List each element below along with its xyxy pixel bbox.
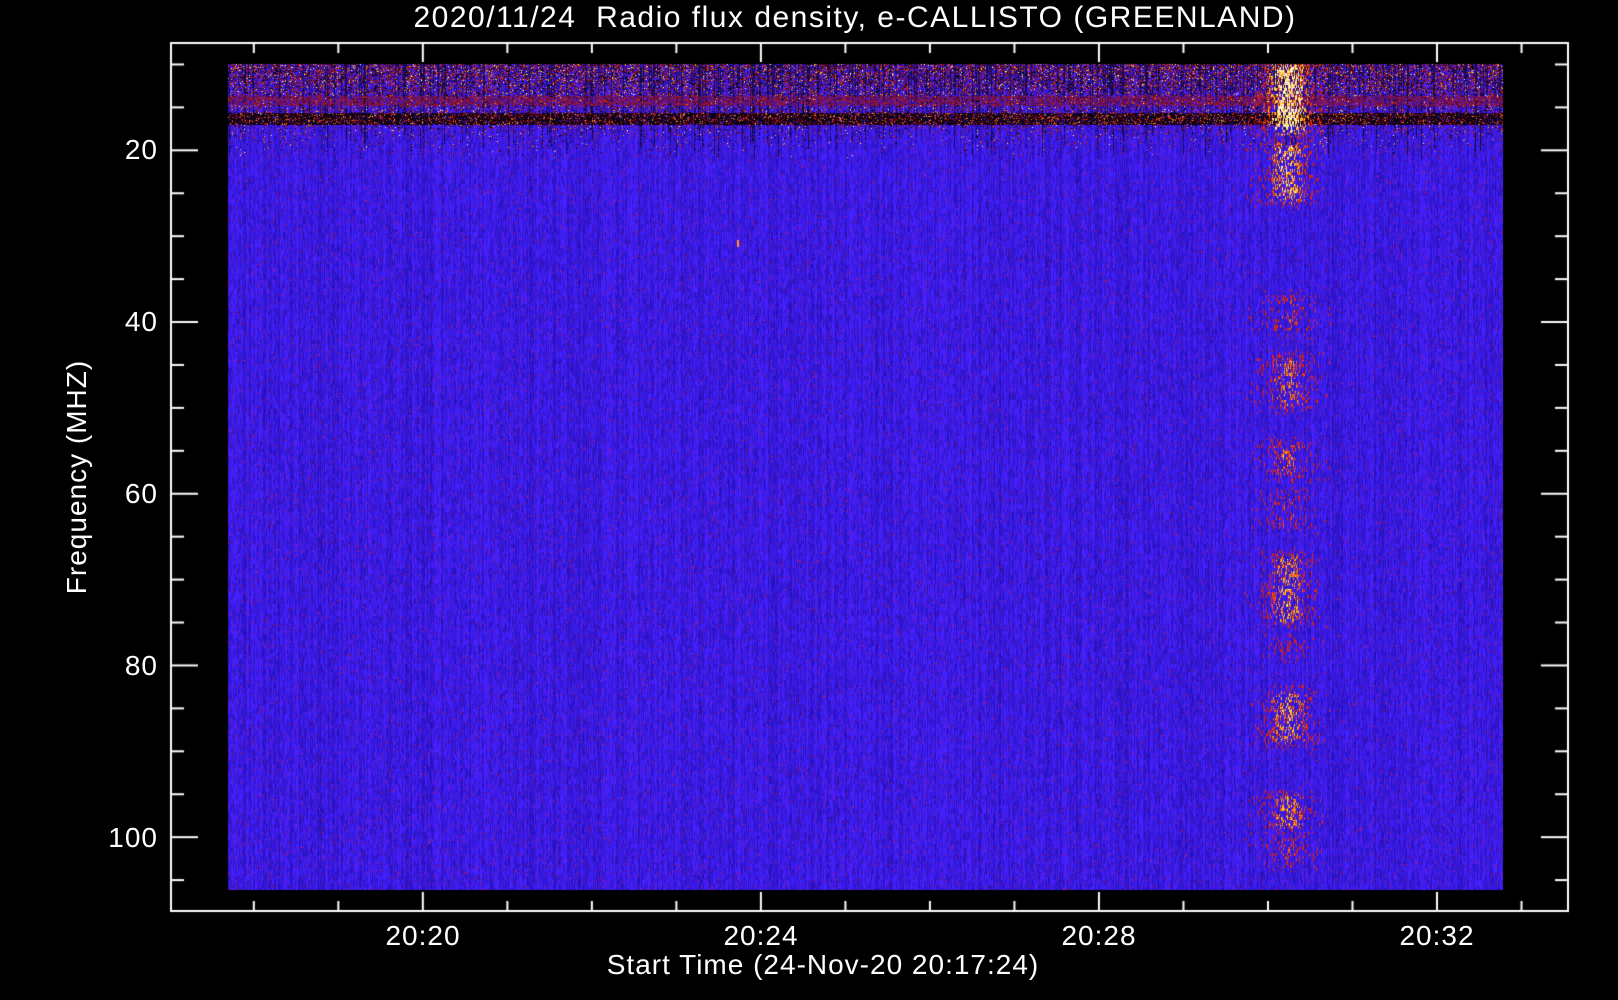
x-tick-label-2024: 20:24	[723, 920, 799, 951]
x-tick-label-2032: 20:32	[1399, 920, 1475, 951]
y-tick-label-80: 80	[124, 650, 158, 681]
x-axis-label: Start Time (24-Nov-20 20:17:24)	[606, 949, 1040, 980]
y-tick-label-20: 20	[124, 134, 158, 165]
y-tick-label-100: 100	[108, 822, 158, 853]
spectrogram-chart: 2020/11/24 Radio flux density, e-CALLIST…	[0, 0, 1618, 1000]
chart-title: 2020/11/24 Radio flux density, e-CALLIST…	[413, 1, 1297, 34]
y-tick-label-60: 60	[124, 478, 158, 509]
x-tick-label-2020: 20:20	[385, 920, 461, 951]
y-tick-label-40: 40	[124, 306, 158, 337]
spectrogram-canvas	[0, 0, 1618, 1000]
x-tick-label-2028: 20:28	[1061, 920, 1137, 951]
